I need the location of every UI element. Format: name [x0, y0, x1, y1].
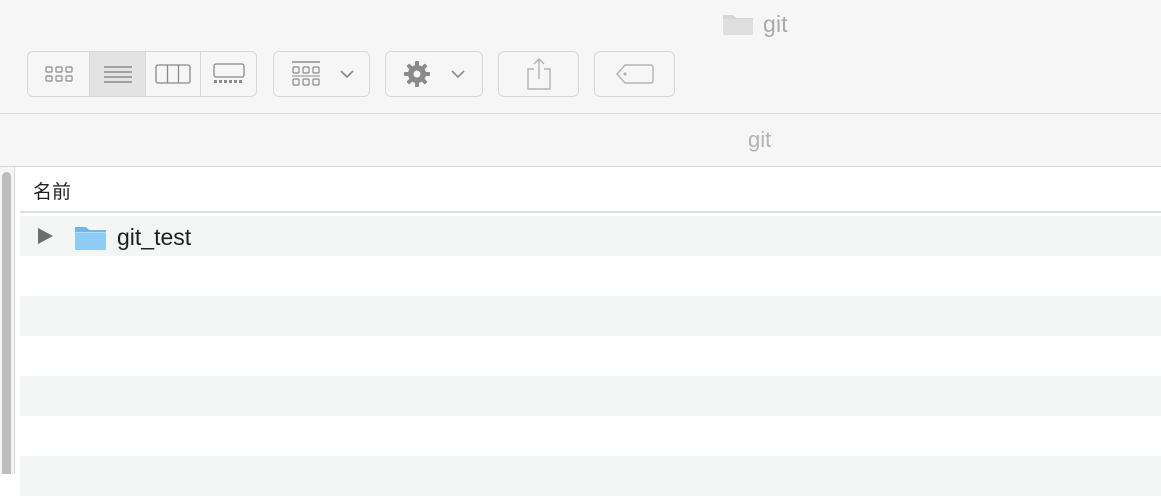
path-bar: git — [0, 114, 1161, 167]
folder-icon — [722, 12, 754, 36]
file-list: 名前 git_test — [20, 167, 1161, 496]
column-view-button[interactable] — [145, 52, 200, 96]
tag-button[interactable] — [594, 51, 675, 97]
chevron-down-icon — [451, 69, 465, 79]
share-button[interactable] — [498, 51, 579, 97]
gear-icon — [403, 60, 431, 88]
path-bar-label: git — [748, 127, 772, 152]
file-rows: git_test — [20, 216, 1161, 496]
empty-row — [20, 376, 1161, 416]
tag-icon — [615, 63, 654, 85]
list-icon — [103, 64, 133, 84]
column-header-name[interactable]: 名前 — [20, 167, 1161, 213]
toolbar: git — [0, 0, 1161, 114]
folder-icon — [74, 225, 107, 251]
gallery-view-button[interactable] — [200, 52, 256, 96]
group-menu-button[interactable] — [273, 51, 370, 97]
disclosure-triangle-icon[interactable] — [37, 228, 53, 244]
scrollbar[interactable] — [2, 172, 11, 474]
empty-row — [20, 296, 1161, 336]
empty-row — [20, 416, 1161, 456]
empty-row — [20, 336, 1161, 376]
list-view-button[interactable] — [89, 52, 145, 96]
icon-view-button[interactable] — [28, 52, 89, 96]
empty-row — [20, 456, 1161, 496]
sidebar-divider — [14, 167, 15, 474]
columns-icon — [155, 64, 191, 84]
window-title-text: git — [763, 10, 788, 37]
window-title: git — [722, 9, 788, 39]
share-icon — [526, 57, 552, 91]
gallery-icon — [212, 63, 246, 85]
list-item-name: git_test — [117, 224, 192, 250]
action-menu-button[interactable] — [385, 51, 483, 97]
group-grid-icon — [290, 60, 322, 88]
chevron-down-icon — [339, 69, 354, 79]
column-header-label: 名前 — [33, 181, 72, 203]
view-mode-control — [27, 51, 257, 97]
empty-row — [20, 256, 1161, 296]
list-item[interactable]: git_test — [20, 216, 1161, 256]
grid-icon — [44, 64, 74, 84]
